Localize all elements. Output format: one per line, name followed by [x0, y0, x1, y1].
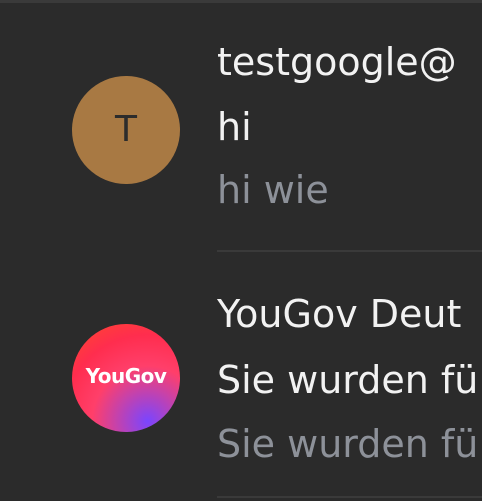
sender-name: testgoogle@ — [217, 40, 457, 84]
email-preview: Sie wurden fü — [217, 422, 479, 466]
item-divider — [217, 250, 482, 252]
email-subject: hi — [217, 105, 252, 149]
item-divider — [217, 496, 482, 498]
sender-name: YouGov Deut — [217, 292, 462, 336]
avatar-letter: T — [115, 109, 137, 150]
avatar[interactable]: YouGov — [72, 324, 180, 432]
email-preview: hi wie — [217, 168, 329, 212]
email-list: T testgoogle@ hi hi wie YouGov YouGov De… — [0, 0, 482, 501]
email-subject: Sie wurden fü — [217, 358, 479, 402]
avatar[interactable]: T — [72, 76, 180, 184]
email-list-item[interactable]: T testgoogle@ hi hi wie — [0, 0, 482, 250]
email-list-item[interactable]: YouGov YouGov Deut Sie wurden fü Sie wur… — [0, 250, 482, 500]
yougov-logo: YouGov — [85, 364, 167, 388]
